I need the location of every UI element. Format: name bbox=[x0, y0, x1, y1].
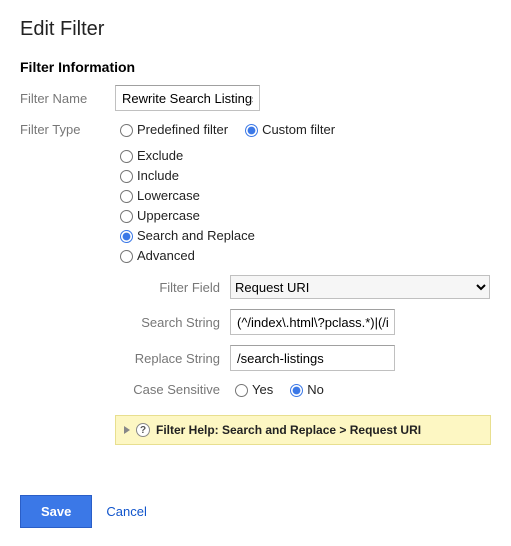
option-exclude-radio[interactable] bbox=[120, 150, 133, 163]
option-exclude[interactable]: Exclude bbox=[115, 147, 491, 163]
case-sensitive-no-radio[interactable] bbox=[290, 384, 303, 397]
case-sensitive-no-label: No bbox=[307, 382, 324, 397]
option-advanced-radio[interactable] bbox=[120, 250, 133, 263]
filter-name-input[interactable] bbox=[115, 85, 260, 111]
filter-type-predefined-radio[interactable] bbox=[120, 124, 133, 137]
option-search-replace-radio[interactable] bbox=[120, 230, 133, 243]
filter-help-box[interactable]: ? Filter Help: Search and Replace > Requ… bbox=[115, 415, 491, 445]
search-string-label: Search String bbox=[115, 315, 230, 330]
filter-name-label: Filter Name bbox=[20, 91, 115, 106]
option-advanced-label: Advanced bbox=[137, 248, 195, 263]
filter-field-select[interactable]: Request URI bbox=[230, 275, 490, 299]
option-lowercase[interactable]: Lowercase bbox=[115, 187, 491, 203]
option-exclude-label: Exclude bbox=[137, 148, 183, 163]
option-uppercase[interactable]: Uppercase bbox=[115, 207, 491, 223]
replace-string-input[interactable] bbox=[230, 345, 395, 371]
case-sensitive-yes-label: Yes bbox=[252, 382, 273, 397]
custom-filter-options: Exclude Include Lowercase Uppercase Sear… bbox=[115, 147, 491, 263]
filter-type-custom[interactable]: Custom filter bbox=[240, 121, 335, 137]
filter-help-text: Filter Help: Search and Replace > Reques… bbox=[156, 423, 421, 437]
case-sensitive-label: Case Sensitive bbox=[115, 382, 230, 397]
section-title: Filter Information bbox=[20, 59, 491, 75]
option-include-radio[interactable] bbox=[120, 170, 133, 183]
case-sensitive-yes[interactable]: Yes bbox=[230, 381, 273, 397]
filter-type-custom-label: Custom filter bbox=[262, 122, 335, 137]
option-search-replace-label: Search and Replace bbox=[137, 228, 255, 243]
option-lowercase-label: Lowercase bbox=[137, 188, 200, 203]
option-uppercase-label: Uppercase bbox=[137, 208, 200, 223]
case-sensitive-no[interactable]: No bbox=[285, 381, 324, 397]
chevron-right-icon bbox=[124, 426, 130, 434]
option-advanced[interactable]: Advanced bbox=[115, 247, 491, 263]
filter-type-predefined-label: Predefined filter bbox=[137, 122, 228, 137]
filter-field-label: Filter Field bbox=[115, 280, 230, 295]
filter-type-predefined[interactable]: Predefined filter bbox=[115, 121, 228, 137]
case-sensitive-yes-radio[interactable] bbox=[235, 384, 248, 397]
option-include-label: Include bbox=[137, 168, 179, 183]
option-search-replace[interactable]: Search and Replace bbox=[115, 227, 491, 243]
save-button[interactable]: Save bbox=[20, 495, 92, 528]
replace-string-label: Replace String bbox=[115, 351, 230, 366]
filter-type-custom-radio[interactable] bbox=[245, 124, 258, 137]
help-icon: ? bbox=[136, 423, 150, 437]
option-include[interactable]: Include bbox=[115, 167, 491, 183]
filter-type-label: Filter Type bbox=[20, 122, 115, 137]
page-title: Edit Filter bbox=[20, 18, 491, 41]
search-string-input[interactable] bbox=[230, 309, 395, 335]
option-uppercase-radio[interactable] bbox=[120, 210, 133, 223]
option-lowercase-radio[interactable] bbox=[120, 190, 133, 203]
